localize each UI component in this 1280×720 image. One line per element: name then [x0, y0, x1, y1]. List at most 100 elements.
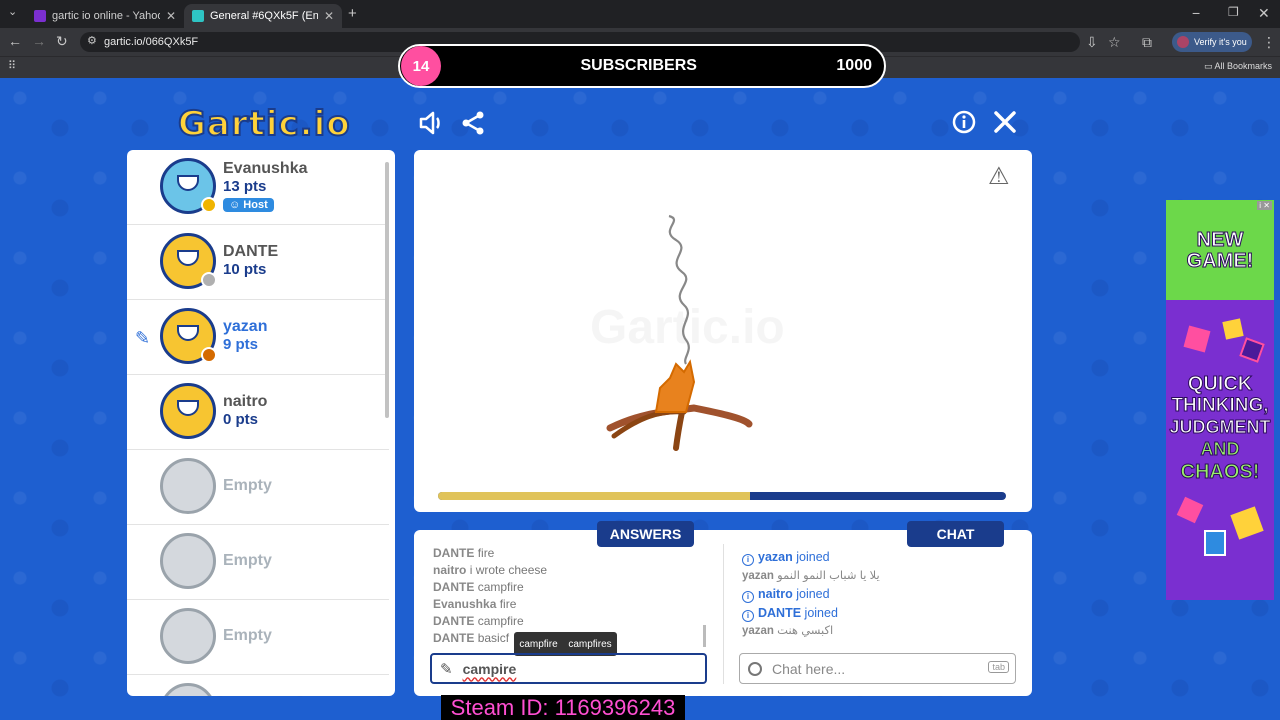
player-row[interactable]: naitro 0 pts	[127, 375, 389, 450]
tab-answers[interactable]: ANSWERS	[597, 521, 694, 547]
player-row[interactable]: DANTE 10 pts	[127, 225, 389, 300]
chat-input-placeholder: Chat here...	[772, 660, 846, 677]
answer-author: naitro	[433, 563, 467, 577]
pencil-drawing-icon: ✎	[135, 328, 151, 348]
campfire-drawing	[606, 214, 753, 451]
drawing-canvas[interactable]: Gartic.io ⚠	[414, 150, 1032, 512]
suggestion-item[interactable]: campfire	[519, 639, 557, 650]
tab-chat[interactable]: CHAT	[907, 521, 1004, 547]
restore-icon[interactable]: ❐	[1228, 6, 1239, 18]
profile-icon	[1177, 36, 1189, 48]
close-tab-icon[interactable]: ✕	[166, 9, 176, 23]
list-item: yazan يلا يا شباب النمو النمو	[742, 567, 1022, 586]
gartic-favicon-icon	[192, 10, 204, 22]
list-item: Evanushka fire	[433, 596, 703, 613]
host-label: Host	[243, 199, 268, 211]
back-icon[interactable]: ←	[8, 34, 22, 48]
tab-key-hint: tab	[988, 661, 1009, 673]
sound-icon[interactable]	[418, 110, 446, 141]
ad-card-icon	[1230, 506, 1264, 540]
player-info: naitro 0 pts	[223, 393, 267, 428]
ad-info-icon[interactable]: i ✕	[1257, 201, 1272, 210]
players-scrollbar[interactable]	[385, 162, 389, 418]
chat-text: اكبسي هنت	[777, 625, 834, 637]
round-progress-bar	[438, 492, 1006, 500]
empty-label: Empty	[223, 627, 272, 644]
gartic-logo: Gartic.io	[177, 103, 351, 145]
list-item: DANTE fire	[433, 545, 703, 562]
empty-label: Empty	[223, 477, 272, 494]
ad-banner[interactable]: NEW GAME! QUICK THINKING, JUDGMENT AND C…	[1166, 200, 1274, 600]
player-points: 0 pts	[223, 411, 259, 428]
answer-author: DANTE	[433, 580, 475, 594]
subscriber-label: SUBSCRIBERS	[580, 57, 697, 74]
install-app-icon[interactable]: ⇩	[1086, 35, 1098, 49]
player-info: yazan 9 pts	[223, 318, 267, 353]
list-item: i naitro joined	[742, 585, 1022, 604]
browser-tab-yahoo[interactable]: gartic io online - Yahoo Search ✕	[26, 4, 184, 28]
share-icon[interactable]	[460, 110, 486, 141]
close-window-icon[interactable]: ✕	[1258, 6, 1270, 20]
close-tab-icon[interactable]: ✕	[324, 9, 334, 23]
folder-icon: ▭	[1204, 61, 1215, 71]
answer-text: fire	[477, 546, 495, 560]
yahoo-favicon-icon	[34, 10, 46, 22]
site-info-icon[interactable]: ⚙	[87, 36, 97, 47]
avatar	[160, 383, 216, 439]
extensions-icon[interactable]: ⧉	[1142, 35, 1152, 49]
avatar	[160, 233, 217, 289]
avatar	[160, 308, 217, 364]
pencil-icon: ✎	[440, 660, 453, 678]
chat-text: joined	[796, 587, 830, 601]
tab-search-icon[interactable]: ⌄	[8, 7, 17, 18]
tab-title: General #6QXk5F (English) - Ga	[210, 10, 318, 22]
empty-label: Empty	[223, 552, 272, 569]
new-tab-icon[interactable]: +	[348, 6, 357, 21]
info-icon: i	[742, 591, 754, 603]
empty-avatar-icon	[160, 458, 216, 514]
list-item: naitro i wrote cheese	[433, 562, 703, 579]
chat-author: yazan	[758, 550, 793, 564]
ad-tagline: JUDGMENT	[1169, 417, 1271, 437]
player-row[interactable]: Evanushka 13 pts ☺ Host	[127, 150, 389, 225]
empty-avatar-icon	[160, 608, 216, 664]
info-icon[interactable]	[952, 110, 976, 139]
ad-tagline: THINKING,	[1171, 395, 1269, 416]
steam-id-overlay: Steam ID: 1169396243	[441, 695, 685, 720]
chat-text: joined	[804, 605, 838, 620]
host-badge: ☺ Host	[223, 198, 274, 212]
players-panel: Evanushka 13 pts ☺ Host DANTE 10 pts ✎ y…	[127, 150, 395, 696]
exit-icon[interactable]	[993, 110, 1017, 139]
url-text: gartic.io/066QXk5F	[104, 36, 199, 48]
minimize-icon[interactable]: −	[1192, 6, 1200, 20]
reload-icon[interactable]: ↻	[56, 34, 68, 48]
verify-button[interactable]: Verify it's you	[1172, 32, 1252, 52]
player-name: Evanushka	[223, 160, 308, 177]
empty-slot: Empty	[127, 450, 389, 525]
panel-divider	[723, 544, 724, 684]
answers-scrollbar[interactable]	[703, 625, 706, 647]
ad-card-icon	[1183, 325, 1211, 353]
answer-input[interactable]: ✎ campire	[430, 653, 707, 684]
chat-author: yazan	[742, 625, 774, 637]
chat-list: i yazan joined yazan يلا يا شباب النمو ال…	[742, 548, 1022, 641]
menu-kebab-icon[interactable]: ⋮	[1262, 35, 1276, 49]
answer-author: DANTE	[433, 631, 475, 645]
report-warning-icon[interactable]: ⚠	[988, 162, 1010, 191]
browser-tab-gartic[interactable]: General #6QXk5F (English) - Ga ✕	[184, 4, 342, 28]
apps-grid-icon[interactable]: ⠿	[8, 61, 16, 72]
player-row[interactable]: ✎ yazan 9 pts	[127, 300, 389, 375]
player-points: 13 pts	[223, 178, 267, 195]
chat-author: DANTE	[758, 605, 802, 620]
chat-input[interactable]: Chat here... tab	[739, 653, 1016, 684]
answer-input-value: campire	[462, 660, 517, 677]
verify-label: Verify it's you	[1194, 37, 1247, 47]
bookmark-star-icon[interactable]: ☆	[1108, 35, 1121, 49]
suggestion-item[interactable]: campfires	[568, 639, 611, 650]
answer-author: DANTE	[433, 546, 475, 560]
answer-text: campfire	[477, 580, 524, 594]
all-bookmarks-link[interactable]: ▭ All Bookmarks	[1204, 61, 1272, 72]
subscriber-goal: 1000	[836, 57, 872, 74]
forward-icon[interactable]: →	[32, 34, 46, 48]
tab-title: gartic io online - Yahoo Search	[52, 10, 160, 22]
